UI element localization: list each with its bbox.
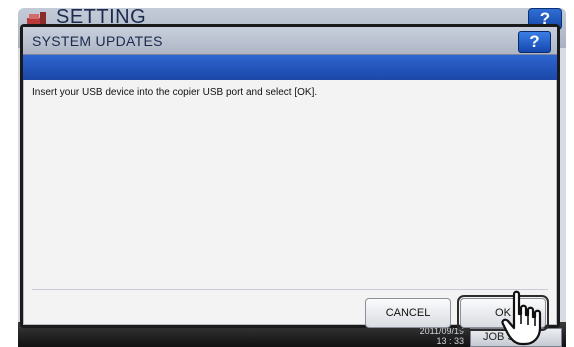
dialog-blue-band [23, 55, 557, 80]
time-text: 13 : 33 [436, 336, 464, 346]
dialog-message: Insert your USB device into the copier U… [32, 87, 318, 98]
cancel-button[interactable]: CANCEL [365, 298, 451, 328]
system-updates-dialog: SYSTEM UPDATES ? Insert your USB device … [20, 24, 560, 331]
hand-pointer-icon [501, 290, 542, 346]
dialog-body: Insert your USB device into the copier U… [23, 80, 557, 331]
datetime: 2011/09/19 13 : 33 [412, 326, 464, 346]
dialog-title: SYSTEM UPDATES [32, 33, 163, 49]
dialog-titlebar: SYSTEM UPDATES ? [23, 27, 557, 55]
dialog-divider [32, 289, 548, 290]
dialog-help-button[interactable]: ? [518, 31, 551, 53]
